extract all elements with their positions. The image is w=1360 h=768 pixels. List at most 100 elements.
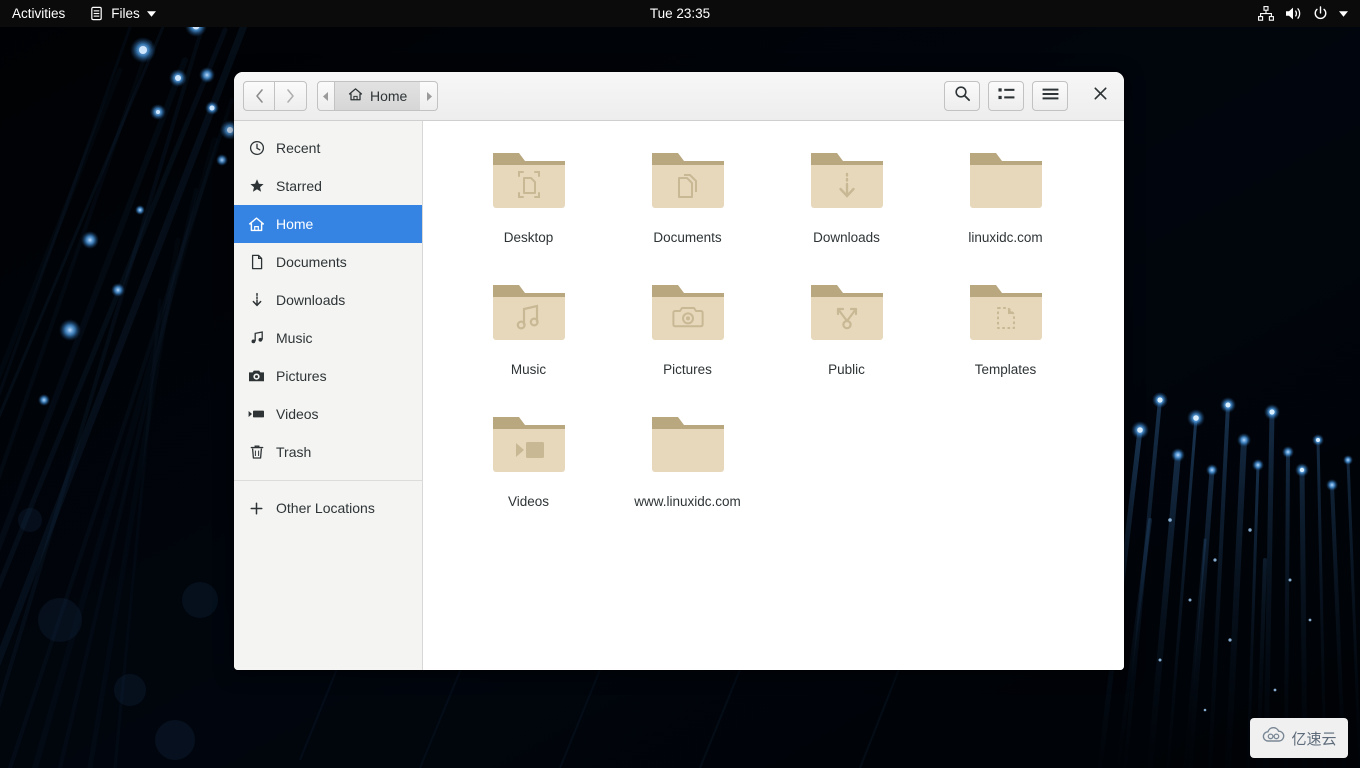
- search-button[interactable]: [944, 81, 980, 111]
- gnome-top-bar: Activities Files Tue 23:35: [0, 0, 1360, 27]
- cloud-logo-icon: [1261, 726, 1287, 750]
- path-bar: Home: [317, 81, 439, 111]
- top-bar-left: Activities Files: [0, 0, 166, 27]
- clock-label: Tue 23:35: [649, 6, 711, 21]
- folder-music-icon: [489, 275, 569, 354]
- file-item-label: Documents: [653, 230, 722, 245]
- close-button[interactable]: [1087, 83, 1113, 109]
- trash-icon: [248, 444, 265, 461]
- plus-icon: [248, 500, 265, 517]
- sidebar-item-downloads[interactable]: Downloads: [234, 281, 422, 319]
- music-icon: [248, 330, 265, 347]
- file-item-label: Videos: [507, 494, 550, 509]
- sidebar-item-other-locations[interactable]: Other Locations: [234, 489, 422, 527]
- clock[interactable]: Tue 23:35: [0, 6, 1360, 21]
- breadcrumb-home-label: Home: [370, 88, 408, 104]
- sidebar-item-videos[interactable]: Videos: [234, 395, 422, 433]
- sidebar-item-label: Recent: [276, 140, 321, 156]
- window-header-bar: Home: [234, 72, 1124, 121]
- search-icon: [954, 85, 971, 107]
- sidebar-item-music[interactable]: Music: [234, 319, 422, 357]
- sidebar-item-label: Starred: [276, 178, 322, 194]
- system-status-area[interactable]: [1258, 0, 1352, 27]
- folder-templates-icon: [966, 275, 1046, 354]
- power-icon: [1313, 6, 1328, 21]
- sidebar-item-label: Downloads: [276, 292, 346, 308]
- activities-label: Activities: [12, 6, 66, 21]
- folder-plain-icon: [966, 143, 1046, 222]
- folder-downloads-icon: [807, 143, 887, 222]
- pathbar-scroll-right-button[interactable]: [420, 81, 439, 111]
- sidebar-item-label: Videos: [276, 406, 319, 422]
- folder-documents-icon: [648, 143, 728, 222]
- clock-icon: [248, 140, 265, 157]
- back-button[interactable]: [243, 81, 275, 111]
- file-item-templates[interactable]: Templates: [926, 271, 1085, 403]
- file-item-label: www.linuxidc.com: [634, 494, 741, 509]
- file-item-label: linuxidc.com: [968, 230, 1043, 245]
- file-item-linuxidc-com[interactable]: linuxidc.com: [926, 139, 1085, 271]
- places-sidebar: Recent Starred Home Documents Downloads …: [234, 121, 423, 670]
- folder-pictures-icon: [648, 275, 728, 354]
- file-item-label: Templates: [974, 362, 1037, 377]
- sidebar-item-trash[interactable]: Trash: [234, 433, 422, 471]
- file-item-label: Public: [828, 362, 865, 377]
- icon-grid: Desktop Documents Downloads linuxidc.com…: [449, 139, 1114, 535]
- file-item-music[interactable]: Music: [449, 271, 608, 403]
- file-item-downloads[interactable]: Downloads: [767, 139, 926, 271]
- home-icon: [348, 87, 363, 105]
- sidebar-item-starred[interactable]: Starred: [234, 167, 422, 205]
- sidebar-item-label: Documents: [276, 254, 347, 270]
- file-list-view: Desktop Documents Downloads linuxidc.com…: [423, 121, 1124, 670]
- close-icon: [1093, 87, 1107, 105]
- volume-icon: [1285, 6, 1302, 21]
- view-toggle-button[interactable]: [988, 81, 1024, 111]
- watermark-badge: 亿速云: [1250, 718, 1348, 758]
- sidebar-item-recent[interactable]: Recent: [234, 129, 422, 167]
- file-item-public[interactable]: Public: [767, 271, 926, 403]
- chevron-down-icon: [1339, 10, 1348, 17]
- home-icon: [248, 216, 265, 233]
- file-item-desktop[interactable]: Desktop: [449, 139, 608, 271]
- file-item-label: Music: [510, 362, 547, 377]
- folder-desktop-icon: [489, 143, 569, 222]
- hamburger-menu-icon: [1042, 87, 1059, 106]
- sidebar-item-pictures[interactable]: Pictures: [234, 357, 422, 395]
- file-item-www-linuxidc-com[interactable]: www.linuxidc.com: [608, 403, 767, 535]
- activities-button[interactable]: Activities: [0, 0, 79, 27]
- file-item-label: Downloads: [813, 230, 880, 245]
- pathbar-scroll-left-button[interactable]: [317, 81, 335, 111]
- file-item-label: Desktop: [503, 230, 554, 245]
- sidebar-separator: [234, 480, 422, 481]
- sidebar-item-documents[interactable]: Documents: [234, 243, 422, 281]
- sidebar-item-label: Home: [276, 216, 314, 232]
- navigation-buttons: [243, 81, 307, 111]
- video-icon: [248, 406, 265, 423]
- star-icon: [248, 178, 265, 195]
- file-item-label: Pictures: [663, 362, 712, 377]
- folder-public-icon: [807, 275, 887, 354]
- sidebar-item-label: Other Locations: [276, 500, 375, 516]
- file-item-documents[interactable]: Documents: [608, 139, 767, 271]
- download-icon: [248, 292, 265, 309]
- sidebar-item-home[interactable]: Home: [234, 205, 422, 243]
- file-item-videos[interactable]: Videos: [449, 403, 608, 535]
- main-menu-button[interactable]: [1032, 81, 1068, 111]
- folder-videos-icon: [489, 407, 569, 486]
- breadcrumb-home[interactable]: Home: [335, 81, 421, 111]
- chevron-down-icon: [146, 10, 156, 17]
- camera-icon: [248, 368, 265, 385]
- document-icon: [248, 254, 265, 271]
- header-tool-buttons: [944, 81, 1068, 111]
- app-menu-label: Files: [111, 6, 140, 21]
- forward-button[interactable]: [275, 81, 307, 111]
- window-body: Recent Starred Home Documents Downloads …: [234, 121, 1124, 670]
- list-view-icon: [997, 87, 1015, 106]
- files-icon: [89, 6, 104, 21]
- sidebar-item-label: Pictures: [276, 368, 327, 384]
- app-menu-button[interactable]: Files: [79, 0, 166, 27]
- files-window: Home Recent Starred Home Documents Downl…: [234, 72, 1124, 670]
- file-item-pictures[interactable]: Pictures: [608, 271, 767, 403]
- network-icon: [1258, 6, 1274, 21]
- sidebar-item-label: Music: [276, 330, 313, 346]
